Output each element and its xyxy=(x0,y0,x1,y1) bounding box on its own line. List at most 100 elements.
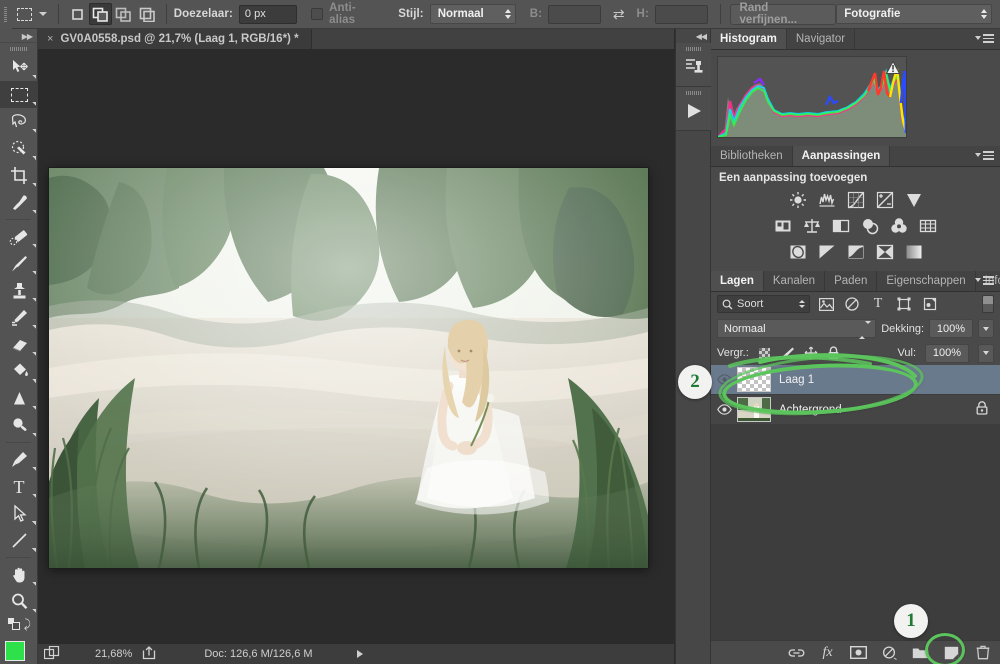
invert-icon[interactable] xyxy=(787,242,809,262)
fill-input[interactable]: 100% xyxy=(925,343,969,363)
layer-thumbnail[interactable] xyxy=(737,397,771,422)
lasso-tool[interactable] xyxy=(0,108,38,135)
rectangular-marquee-tool[interactable] xyxy=(0,81,38,108)
expand-panel-icon[interactable]: ▶▶ xyxy=(22,32,33,41)
swap-dimensions-icon[interactable]: ⇄ xyxy=(613,6,625,23)
share-icon[interactable] xyxy=(142,645,156,663)
layer-visibility-toggle[interactable] xyxy=(711,374,737,385)
zoom-tool[interactable] xyxy=(0,588,38,615)
tab-bibliotheken[interactable]: Bibliotheken xyxy=(711,146,793,166)
filter-smart-object-icon[interactable] xyxy=(920,294,940,314)
history-brush-tool[interactable] xyxy=(0,304,38,331)
vibrance-icon[interactable] xyxy=(903,190,925,210)
layers-panel-menu-icon[interactable] xyxy=(975,276,994,285)
layer-row-achtergrond[interactable]: Achtergrond xyxy=(711,395,1000,425)
crop-tool[interactable] xyxy=(0,162,38,189)
document-tab[interactable]: × GV0A0558.psd @ 21,7% (Laag 1, RGB/16*)… xyxy=(38,29,312,49)
new-selection-button[interactable] xyxy=(66,3,89,25)
blur-tool[interactable] xyxy=(0,385,38,412)
refine-edge-button[interactable]: Rand verfijnen... xyxy=(729,2,837,26)
layer-style-fx-icon[interactable]: fx xyxy=(819,644,836,661)
new-group-icon[interactable] xyxy=(912,644,929,661)
color-lookup-icon[interactable] xyxy=(917,216,939,236)
spot-healing-brush-tool[interactable] xyxy=(0,223,38,250)
black-white-icon[interactable] xyxy=(830,216,852,236)
levels-icon[interactable] xyxy=(816,190,838,210)
filter-enable-toggle[interactable] xyxy=(982,295,994,313)
add-to-selection-button[interactable] xyxy=(89,3,113,25)
layer-filter-type-select[interactable]: Soort xyxy=(717,295,810,313)
dodge-tool[interactable] xyxy=(0,412,38,439)
hue-saturation-icon[interactable] xyxy=(772,216,794,236)
channel-mixer-icon[interactable] xyxy=(888,216,910,236)
canvas[interactable] xyxy=(38,50,674,643)
posterize-icon[interactable] xyxy=(816,242,838,262)
zoom-level[interactable]: 21,68% xyxy=(95,648,132,660)
delete-layer-icon[interactable] xyxy=(974,644,991,661)
filter-adjustment-icon[interactable] xyxy=(842,294,862,314)
swap-colors-icon[interactable]: ⤸ xyxy=(24,617,31,632)
layer-name[interactable]: Achtergrond xyxy=(779,404,842,416)
active-tool-preview[interactable] xyxy=(12,3,37,25)
exposure-icon[interactable] xyxy=(874,190,896,210)
gradient-map-icon[interactable] xyxy=(903,242,925,262)
new-layer-icon[interactable] xyxy=(943,644,960,661)
anti-alias-checkbox[interactable] xyxy=(311,8,324,20)
histogram-cache-warning-icon[interactable] xyxy=(885,60,901,77)
pen-tool[interactable] xyxy=(0,446,38,473)
subtract-from-selection-button[interactable] xyxy=(112,3,135,25)
collapse-panels-icon[interactable]: ◀◀ xyxy=(696,32,707,41)
intersect-selection-button[interactable] xyxy=(136,3,159,25)
type-tool[interactable]: T xyxy=(0,473,38,500)
brush-tool[interactable] xyxy=(0,250,38,277)
eyedropper-tool[interactable] xyxy=(0,189,38,216)
color-balance-icon[interactable] xyxy=(801,216,823,236)
photo-filter-icon[interactable] xyxy=(859,216,881,236)
history-panel-button[interactable] xyxy=(676,43,712,87)
add-layer-mask-icon[interactable] xyxy=(850,644,867,661)
tab-lagen[interactable]: Lagen xyxy=(711,271,764,291)
feather-input[interactable]: 0 px xyxy=(238,4,298,24)
histogram-panel-menu-icon[interactable] xyxy=(975,34,994,43)
line-tool[interactable] xyxy=(0,527,38,554)
tab-navigator[interactable]: Navigator xyxy=(786,29,856,49)
hand-tool[interactable] xyxy=(0,561,38,588)
document-image[interactable] xyxy=(49,168,648,568)
threshold-icon[interactable] xyxy=(845,242,867,262)
layer-visibility-toggle[interactable] xyxy=(711,404,737,415)
foreground-color-swatch[interactable] xyxy=(5,641,25,661)
blend-mode-select[interactable]: Normaal xyxy=(717,319,877,339)
default-colors-icon[interactable] xyxy=(7,617,21,631)
gradient-tool[interactable] xyxy=(0,358,38,385)
tools-panel-grip[interactable] xyxy=(0,43,37,54)
layer-row-laag-1[interactable]: Laag 1 xyxy=(711,365,1000,395)
style-select[interactable]: Normaal xyxy=(429,4,516,24)
tab-paden[interactable]: Paden xyxy=(825,271,878,291)
filter-shape-icon[interactable] xyxy=(894,294,914,314)
screen-mode-icon[interactable] xyxy=(43,645,61,663)
opacity-input[interactable]: 100% xyxy=(929,319,973,338)
clone-stamp-tool[interactable] xyxy=(0,277,38,304)
layer-name[interactable]: Laag 1 xyxy=(779,374,814,386)
actions-panel-button[interactable] xyxy=(676,87,712,131)
lock-all-icon[interactable] xyxy=(827,346,841,360)
close-icon[interactable]: × xyxy=(47,33,53,45)
fill-slider-button[interactable] xyxy=(978,343,994,363)
tool-preset-chevron-down-icon[interactable] xyxy=(38,12,47,16)
dock-header[interactable]: ◀◀ xyxy=(676,29,710,43)
eraser-tool[interactable] xyxy=(0,331,38,358)
move-tool[interactable] xyxy=(0,54,38,81)
options-bar-grip[interactable] xyxy=(0,0,12,29)
filter-pixel-icon[interactable] xyxy=(816,294,836,314)
tab-aanpassingen[interactable]: Aanpassingen xyxy=(792,146,891,166)
status-bar-menu-icon[interactable] xyxy=(356,650,363,658)
quick-selection-tool[interactable] xyxy=(0,135,38,162)
curves-icon[interactable] xyxy=(845,190,867,210)
layer-thumbnail[interactable] xyxy=(737,367,771,392)
adjustments-panel-menu-icon[interactable] xyxy=(975,151,994,160)
lock-position-icon[interactable] xyxy=(804,346,818,360)
lock-transparency-icon[interactable] xyxy=(758,346,772,360)
tools-panel-header[interactable]: ▶▶ xyxy=(0,29,37,43)
tab-kanalen[interactable]: Kanalen xyxy=(763,271,826,291)
tab-histogram[interactable]: Histogram xyxy=(711,29,787,49)
